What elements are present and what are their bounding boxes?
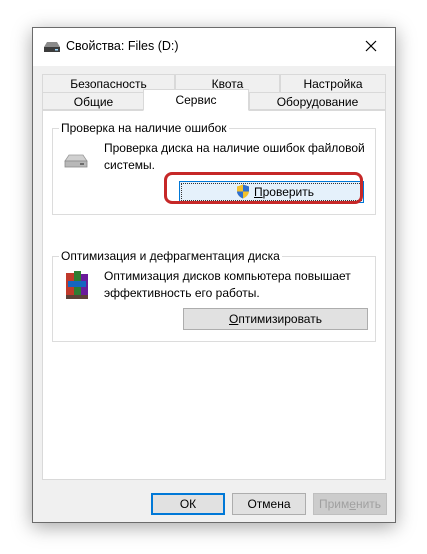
error-check-description-line1: Проверка диска на наличие ошибок файлово… [104,141,365,155]
ok-button[interactable]: ОК [151,493,225,515]
defrag-icon [66,271,88,299]
error-check-legend: Проверка на наличие ошибок [59,121,229,135]
properties-dialog: Свойства: Files (D:) Безопасность Квота … [32,27,396,523]
optimize-group: Оптимизация и дефрагментация диска Оптим… [52,249,376,342]
error-check-description-line2: системы. [104,158,155,172]
apply-button[interactable]: Применить [313,493,387,515]
check-button-label: Проверить [254,185,315,199]
drive-icon [64,154,88,168]
tab-general[interactable]: Общие [42,92,145,110]
error-check-group: Проверка на наличие ошибок Проверка диск… [52,121,376,215]
optimize-description-line2: эффективность его работы. [104,286,260,300]
optimize-button-label: Оптимизировать [229,312,322,326]
optimize-legend: Оптимизация и дефрагментация диска [59,249,282,263]
close-icon [365,40,377,52]
tab-tools[interactable]: Сервис [143,89,249,111]
uac-shield-icon [237,184,249,199]
optimize-button[interactable]: Оптимизировать [183,308,368,330]
check-button[interactable]: Проверить [179,181,364,203]
close-button[interactable] [349,28,395,66]
tab-customize[interactable]: Настройка [280,74,386,93]
apply-button-label: Применить [318,497,382,511]
drive-icon [44,42,60,52]
tab-hardware[interactable]: Оборудование [249,92,386,110]
cancel-button[interactable]: Отмена [232,493,306,515]
title-bar[interactable]: Свойства: Files (D:) [33,28,395,66]
window-title: Свойства: Files (D:) [66,39,179,53]
optimize-description-line1: Оптимизация дисков компьютера повышает [104,269,351,283]
tools-tab-panel: Проверка на наличие ошибок Проверка диск… [42,110,386,480]
